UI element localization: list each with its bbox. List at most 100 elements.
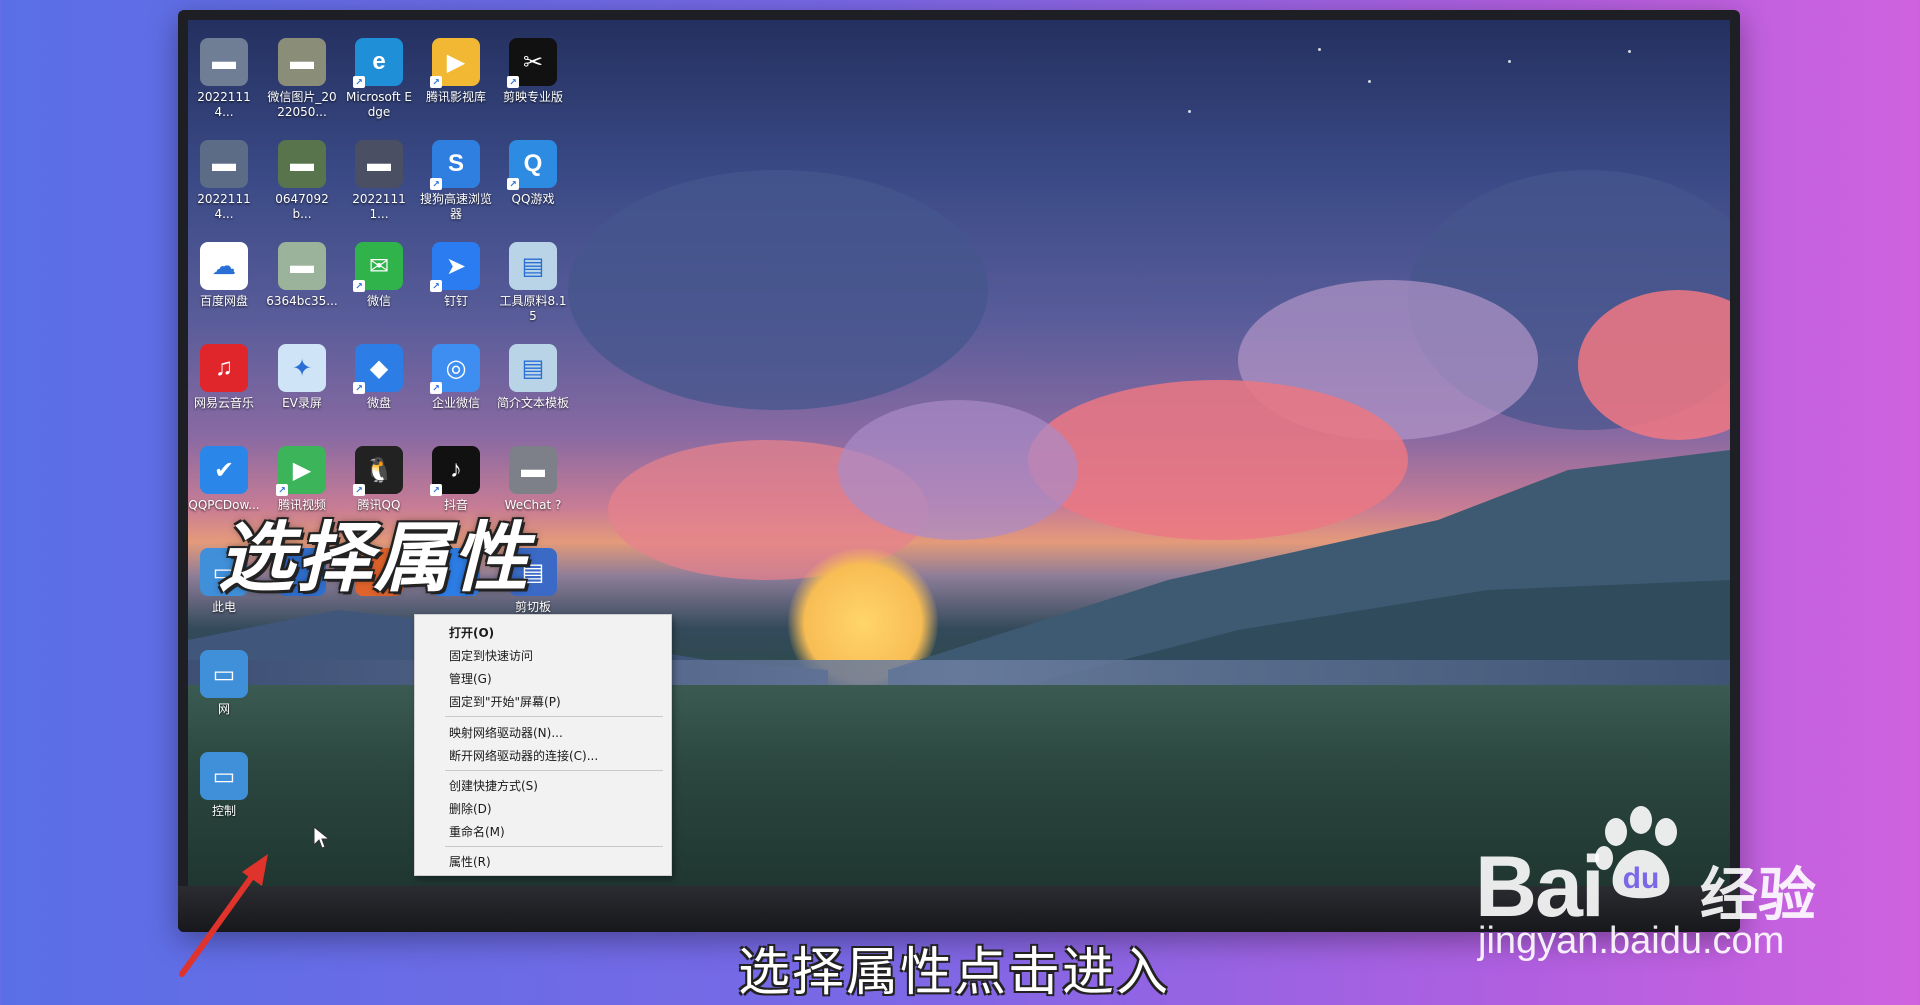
menu-item-rename[interactable]: 重命名(M) (449, 823, 505, 840)
desktop-icon[interactable]: e ↗ Microsoft Edge (343, 38, 415, 134)
desktop-icon-label: 20221114... (197, 192, 251, 221)
menu-item-pin-start[interactable]: 固定到"开始"屏幕(P) (449, 693, 561, 710)
star-decoration (1508, 60, 1511, 63)
app-icon: ▬ (200, 140, 248, 188)
desktop-icon[interactable]: ➤ ↗ 钉钉 (420, 242, 492, 338)
icon-glyph: ◆ (369, 354, 389, 382)
shortcut-arrow-icon: ↗ (353, 382, 365, 394)
context-menu: 打开(O) 固定到快速访问 管理(G) 固定到"开始"屏幕(P) 映射网络驱动器… (414, 614, 672, 876)
desktop-icon[interactable]: ◎ ↗ 企业微信 (420, 344, 492, 440)
cloud (568, 170, 988, 410)
app-icon: ✦ (278, 344, 326, 392)
icon-glyph: ♫ (215, 354, 233, 381)
desktop-icon-label: 微信图片_2022050... (267, 90, 337, 119)
app-icon: ➤ ↗ (430, 242, 480, 292)
app-icon: ◆ ↗ (353, 344, 403, 394)
icon-glyph: ✂ (522, 48, 544, 76)
desktop-icon-label: 百度网盘 (199, 294, 248, 308)
desktop-icon-label: 20221111... (352, 192, 406, 221)
icon-glyph: S (447, 150, 464, 177)
mouse-cursor-icon (313, 826, 331, 849)
menu-item-properties[interactable]: 属性(R) (449, 853, 491, 870)
shortcut-arrow-icon: ↗ (430, 280, 442, 292)
app-icon: ◎ ↗ (430, 344, 480, 394)
desktop-icon[interactable]: ▭ 网 (188, 650, 260, 746)
menu-item-disconnect-drive[interactable]: 断开网络驱动器的连接(C)... (449, 747, 598, 764)
star-decoration (1368, 80, 1371, 83)
icon-glyph: ▤ (521, 252, 545, 280)
shortcut-arrow-icon: ↗ (430, 178, 442, 190)
desktop-icon-label: QQ游戏 (511, 192, 555, 206)
desktop-icon[interactable]: ✉ ↗ 微信 (343, 242, 415, 338)
desktop-icon-label: Microsoft Edge (345, 90, 412, 119)
desktop-icon-label: 微盘 (366, 396, 391, 410)
menu-item-delete[interactable]: 删除(D) (449, 800, 492, 817)
desktop-icon[interactable]: S ↗ 搜狗高速浏览器 (420, 140, 492, 236)
app-icon: ▬ (509, 446, 557, 494)
desktop-icon[interactable]: ✦ EV录屏 (266, 344, 338, 440)
star-decoration (1628, 50, 1631, 53)
desktop-icon-label: 控制 (211, 804, 236, 818)
desktop-icon-label: 企业微信 (431, 396, 480, 410)
app-icon: ▬ (200, 38, 248, 86)
watermark-url: jingyan.baidu.com (1478, 920, 1785, 962)
menu-item-pin-quick-access[interactable]: 固定到快速访问 (449, 647, 533, 664)
desktop-icon[interactable]: ♫ 网易云音乐 (188, 344, 260, 440)
app-icon: ✂ ↗ (507, 38, 557, 88)
shortcut-arrow-icon: ↗ (430, 484, 442, 496)
app-icon: ▬ (278, 38, 326, 86)
desktop-icon-label: EV录屏 (282, 396, 322, 410)
app-icon: S ↗ (430, 140, 480, 190)
shortcut-arrow-icon: ↗ (507, 76, 519, 88)
desktop-icon[interactable]: ▭ 控制 (188, 752, 260, 848)
desktop-icon[interactable]: ▬ 0647092b... (266, 140, 338, 236)
desktop-icon-label: 腾讯影视库 (425, 90, 486, 104)
overlay-title: 选择属性 (218, 513, 530, 602)
shortcut-arrow-icon: ↗ (276, 484, 288, 496)
desktop-icon[interactable]: ▤ 工具原料8.15 (497, 242, 569, 338)
desktop-icon[interactable]: ▬ 6364bc35... (266, 242, 338, 338)
desktop-icon-label: 剪映专业版 (502, 90, 563, 104)
app-icon: ☁ (200, 242, 248, 290)
shortcut-arrow-icon: ↗ (353, 280, 365, 292)
desktop-icon[interactable]: ☁ 百度网盘 (188, 242, 260, 338)
menu-item-map-drive[interactable]: 映射网络驱动器(N)... (449, 724, 563, 741)
icon-glyph: Q (523, 150, 543, 177)
desktop-icon[interactable]: ▬ 20221114... (188, 38, 260, 134)
app-icon: ▭ (200, 650, 248, 698)
watermark-du-text: du (1623, 862, 1660, 895)
desktop-icon-label: 6364bc35... (266, 294, 338, 308)
desktop-icon[interactable]: ▤ 简介文本模板 (497, 344, 569, 440)
app-icon: ▬ (355, 140, 403, 188)
icon-glyph: ◎ (445, 354, 467, 382)
menu-item-manage[interactable]: 管理(G) (449, 670, 492, 687)
icon-glyph: ▬ (521, 456, 545, 483)
desktop-icon-label: 网 (217, 702, 230, 716)
star-decoration (1188, 110, 1191, 113)
icon-glyph: ▭ (212, 762, 236, 790)
shortcut-arrow-icon: ↗ (507, 178, 519, 190)
desktop-icon-label: 搜狗高速浏览器 (420, 192, 493, 221)
desktop-icon-label: 简介文本模板 (497, 396, 570, 410)
desktop-icon[interactable]: ◆ ↗ 微盘 (343, 344, 415, 440)
app-icon: ▤ (509, 242, 557, 290)
icon-glyph: 🐧 (364, 456, 394, 484)
menu-separator (445, 716, 663, 717)
app-icon: ▶ ↗ (276, 446, 326, 496)
desktop-icon[interactable]: ▬ 20221111... (343, 140, 415, 236)
desktop-icon[interactable]: ▬ 微信图片_2022050... (266, 38, 338, 134)
desktop-icon[interactable]: ✂ ↗ 剪映专业版 (497, 38, 569, 134)
red-arrow-icon (179, 854, 268, 977)
app-icon: ▬ (278, 140, 326, 188)
desktop-icon[interactable]: ▬ 20221114... (188, 140, 260, 236)
app-icon: ✉ ↗ (353, 242, 403, 292)
menu-item-create-shortcut[interactable]: 创建快捷方式(S) (449, 777, 538, 794)
icon-glyph: ☁ (212, 252, 236, 280)
desktop-icon[interactable]: Q ↗ QQ游戏 (497, 140, 569, 236)
shortcut-arrow-icon: ↗ (430, 382, 442, 394)
desktop-icon[interactable]: ▶ ↗ 腾讯影视库 (420, 38, 492, 134)
icon-glyph: ▶ (446, 48, 466, 76)
app-icon: ▬ (278, 242, 326, 290)
menu-item-open[interactable]: 打开(O) (449, 624, 494, 641)
icon-glyph: ▬ (290, 48, 314, 75)
